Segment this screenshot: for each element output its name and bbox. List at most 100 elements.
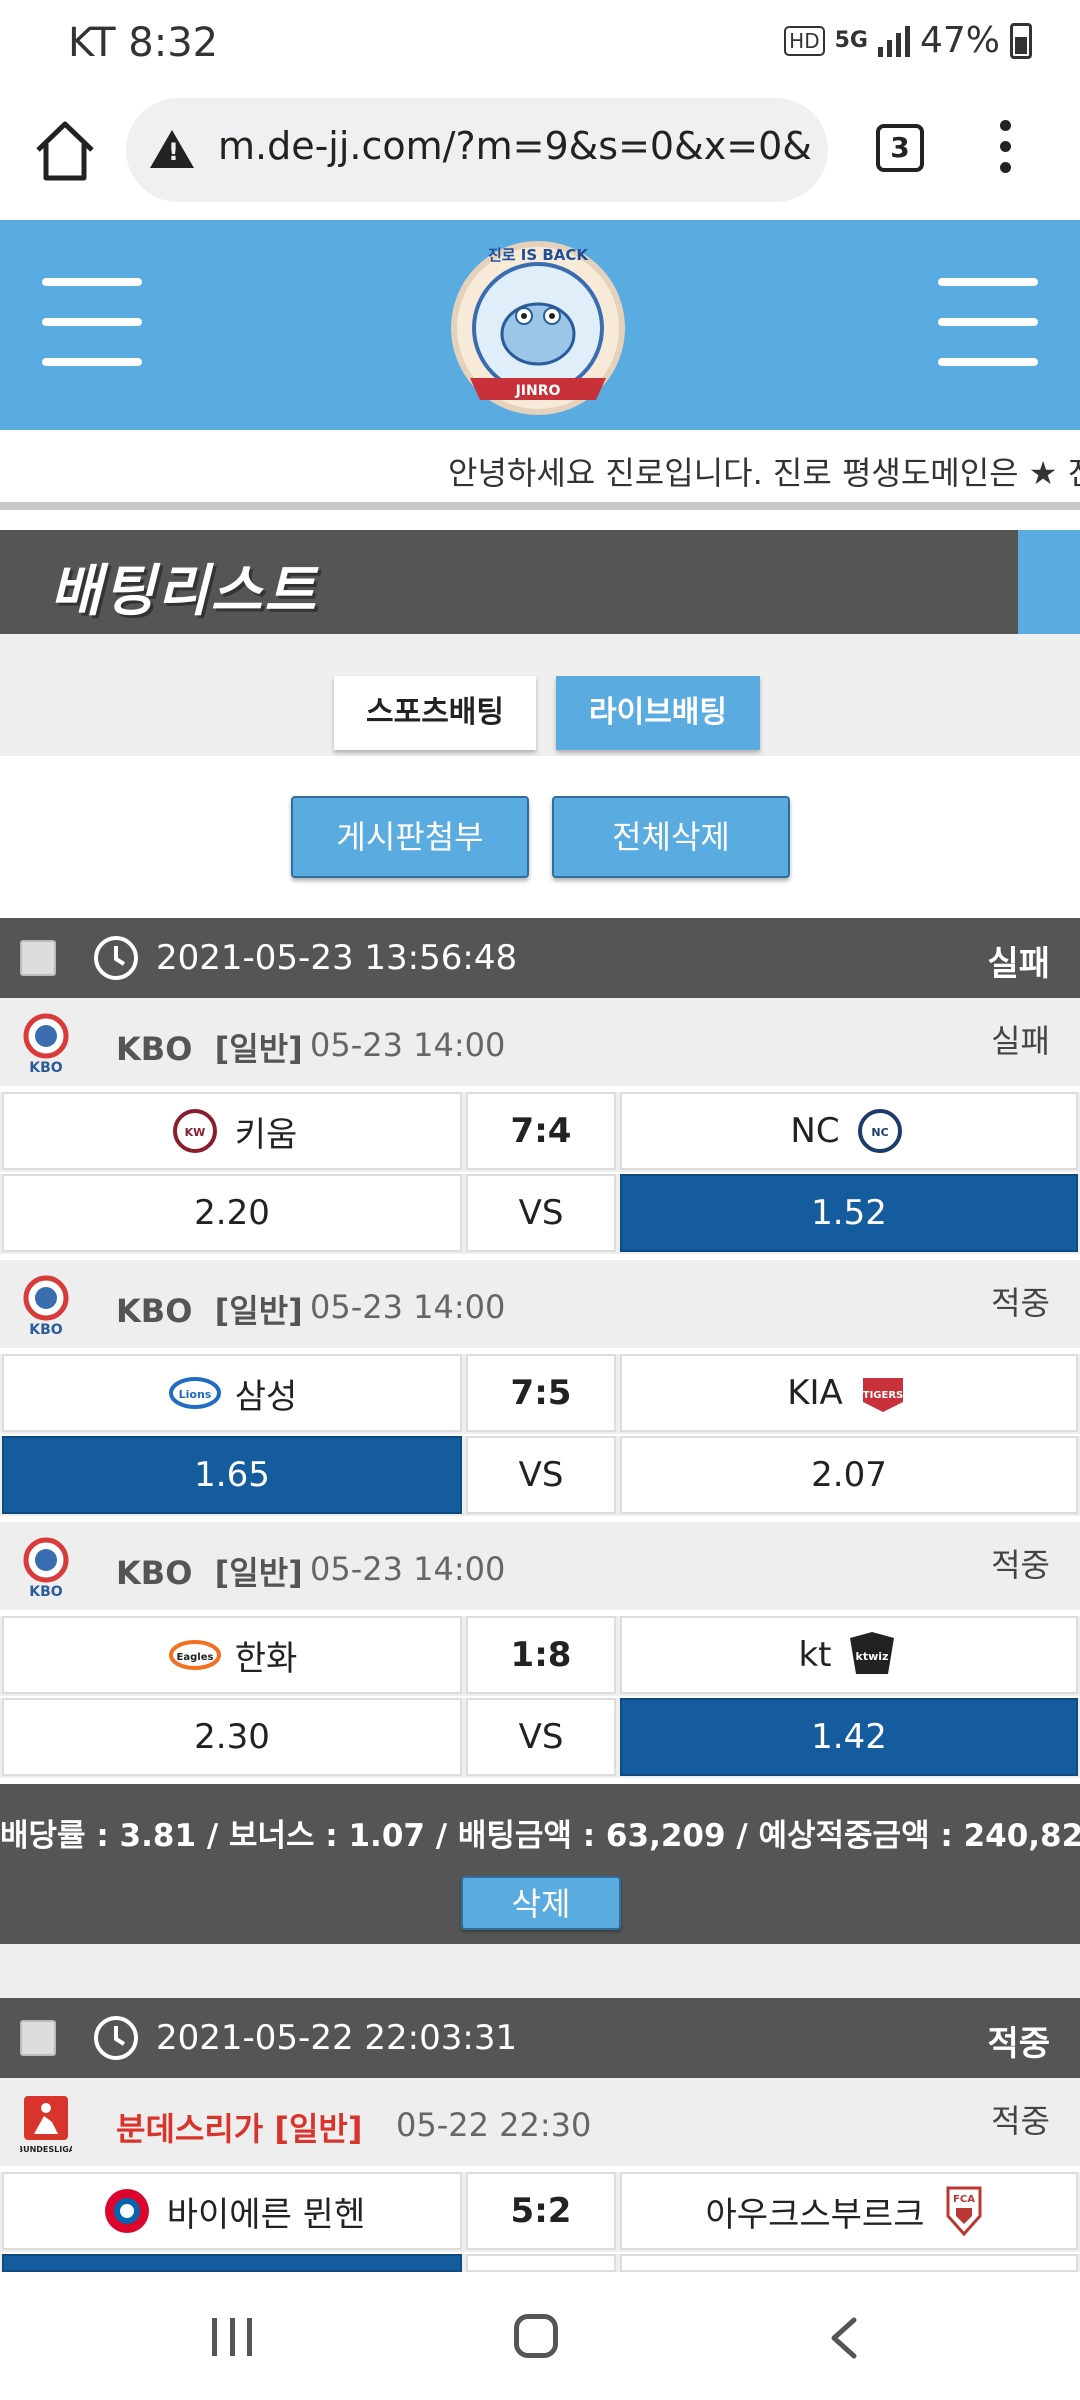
notice-marquee: 안녕하세요 진로입니다. 진로 평생도메인은 ★ 진 (0, 430, 1080, 510)
page-title: 배팅리스트 (50, 559, 318, 624)
match-result: 적중 (991, 1546, 1050, 1584)
battery-percent: 47% (919, 20, 1000, 61)
home-team: 바이에른 뮌헨 (2, 2172, 462, 2250)
league-name: KBO [일반] (116, 1554, 303, 1592)
svg-text:Eagles: Eagles (176, 1652, 213, 1663)
bet-type-tabs: 스포츠배팅 라이브배팅 (0, 634, 1080, 756)
logo-text: JINRO (515, 383, 561, 399)
notice-text: 안녕하세요 진로입니다. 진로 평생도메인은 ★ 진 (448, 454, 1080, 492)
bet-result: 적중 (987, 2024, 1050, 2064)
group-separator (0, 1944, 1080, 1998)
team-row: Eagles 한화 1:8 kt ktwiz (0, 1616, 1080, 1696)
odds-row: 1.65 VS 2.07 (0, 1436, 1080, 1516)
clock-icon (94, 936, 138, 980)
svg-text:FCA: FCA (954, 2194, 976, 2205)
svg-text:KW: KW (184, 1126, 205, 1139)
hanwha-eagles-emblem-icon: Eagles (168, 1640, 221, 1670)
address-bar[interactable]: m.de-jj.com/?m=9&s=0&x=0&p=0 (126, 98, 828, 202)
team-row: 바이에른 뮌헨 5:2 아우크스부르크 FCA (0, 2172, 1080, 2252)
away-odds[interactable]: 1.42 (620, 1698, 1078, 1776)
samsung-lions-emblem-icon: Lions (168, 1377, 221, 1409)
odds-row: 2.30 VS 1.42 (0, 1698, 1080, 1778)
match-score: 7:4 (466, 1092, 616, 1170)
league-name: KBO [일반] (116, 1292, 303, 1330)
kiwoom-emblem-icon: KW (172, 1109, 217, 1153)
bundesliga-logo-icon: BUNDESLIGA (20, 2096, 72, 2154)
url-text[interactable]: m.de-jj.com/?m=9&s=0&x=0&p=0 (218, 124, 814, 168)
status-bar: KT 8:32 HD 5G 47% (0, 0, 1080, 92)
jinro-logo[interactable]: JINRO 진로 IS BACK (440, 230, 636, 426)
select-checkbox[interactable] (20, 2020, 56, 2056)
bet-datetime: 2021-05-22 22:03:31 (156, 2018, 518, 2058)
bet-group-header: 2021-05-22 22:03:31 적중 (0, 1998, 1080, 2078)
svg-text:NC: NC (871, 1126, 888, 1139)
status-time: KT 8:32 (68, 20, 219, 66)
bet-result: 실패 (987, 944, 1050, 984)
tab-sports-betting[interactable]: 스포츠배팅 (334, 676, 536, 750)
svg-text:Lions: Lions (178, 1388, 211, 1401)
network-icon: 5G (834, 28, 868, 53)
home-button-icon[interactable] (514, 2314, 558, 2358)
svg-text:KBO: KBO (29, 1584, 63, 1600)
attach-to-board-button[interactable]: 게시판첨부 (291, 796, 529, 878)
augsburg-emblem-icon: FCA (946, 2186, 982, 2236)
select-checkbox[interactable] (20, 940, 56, 976)
kia-tigers-emblem-icon: TIGERS (863, 1378, 903, 1412)
delete-button[interactable]: 삭제 (461, 1876, 621, 1930)
league-name: 분데스리가 [일반] (116, 2110, 363, 2148)
back-icon[interactable] (826, 2316, 862, 2360)
match-date: 05-23 14:00 (310, 1288, 506, 1326)
home-odds-partial (2, 2254, 462, 2272)
bet-group-header: 2021-05-23 13:56:48 실패 (0, 918, 1080, 998)
kbo-logo-icon: KBO (23, 1537, 69, 1600)
bet-summary: 배당률 : 3.81 / 보너스 : 1.07 / 배팅금액 : 63,209 … (0, 1784, 1080, 1944)
match-result: 적중 (991, 2102, 1050, 2140)
home-team: Eagles 한화 (2, 1616, 462, 1694)
match-result: 실패 (991, 1022, 1050, 1060)
kbo-logo-icon: KBO (23, 1013, 69, 1076)
home-odds[interactable]: 2.20 (2, 1174, 462, 1252)
delete-all-button[interactable]: 전체삭제 (552, 796, 790, 878)
kbo-logo-icon: KBO (23, 1275, 69, 1338)
odds-row: 2.20 VS 1.52 (0, 1174, 1080, 1254)
match-header: KBO KBO [일반] 05-23 14:00 실패 (0, 998, 1080, 1086)
away-team: KIA TIGERS (620, 1354, 1078, 1432)
warning-icon[interactable] (150, 130, 194, 168)
match-result: 적중 (991, 1284, 1050, 1322)
away-odds[interactable]: 2.07 (620, 1436, 1078, 1514)
away-team: kt ktwiz (620, 1616, 1078, 1694)
bet-datetime: 2021-05-23 13:56:48 (156, 938, 518, 978)
match-score: 5:2 (466, 2172, 616, 2250)
home-odds[interactable]: 2.30 (2, 1698, 462, 1776)
away-team: NC NC (620, 1092, 1078, 1170)
tab-switcher-button[interactable]: 3 (876, 124, 924, 172)
right-menu-icon[interactable] (938, 278, 1038, 370)
kt-wiz-emblem-icon: ktwiz (849, 1632, 894, 1674)
system-navigation-bar (0, 2272, 1080, 2400)
tab-live-betting[interactable]: 라이브배팅 (556, 676, 760, 750)
home-team: KW 키움 (2, 1092, 462, 1170)
more-options-icon[interactable] (990, 120, 1020, 180)
svg-text:KBO: KBO (29, 1322, 63, 1338)
page-title-bar: 배팅리스트 (0, 530, 1080, 634)
team-row: KW 키움 7:4 NC NC (0, 1092, 1080, 1172)
clock-icon (94, 2016, 138, 2060)
match-date: 05-23 14:00 (310, 1550, 506, 1588)
odds-row-partial (0, 2254, 1080, 2272)
left-menu-icon[interactable] (42, 278, 142, 370)
battery-icon (1010, 22, 1032, 59)
away-odds[interactable]: 1.52 (620, 1174, 1078, 1252)
match-date: 05-23 14:00 (310, 1026, 506, 1064)
logo-slogan: 진로 IS BACK (488, 246, 589, 264)
svg-text:BUNDESLIGA: BUNDESLIGA (20, 2145, 72, 2154)
away-odds-partial (620, 2254, 1078, 2272)
home-icon[interactable] (30, 116, 100, 186)
vs-label: VS (466, 1698, 616, 1776)
match-score: 1:8 (466, 1616, 616, 1694)
summary-text: 배당률 : 3.81 / 보너스 : 1.07 / 배팅금액 : 63,209 … (0, 1818, 1080, 1854)
svg-text:KBO: KBO (29, 1060, 63, 1076)
status-indicators: HD 5G 47% (784, 20, 1032, 61)
hd-icon: HD (784, 25, 825, 56)
home-odds[interactable]: 1.65 (2, 1436, 462, 1514)
recent-apps-icon[interactable] (212, 2318, 252, 2358)
